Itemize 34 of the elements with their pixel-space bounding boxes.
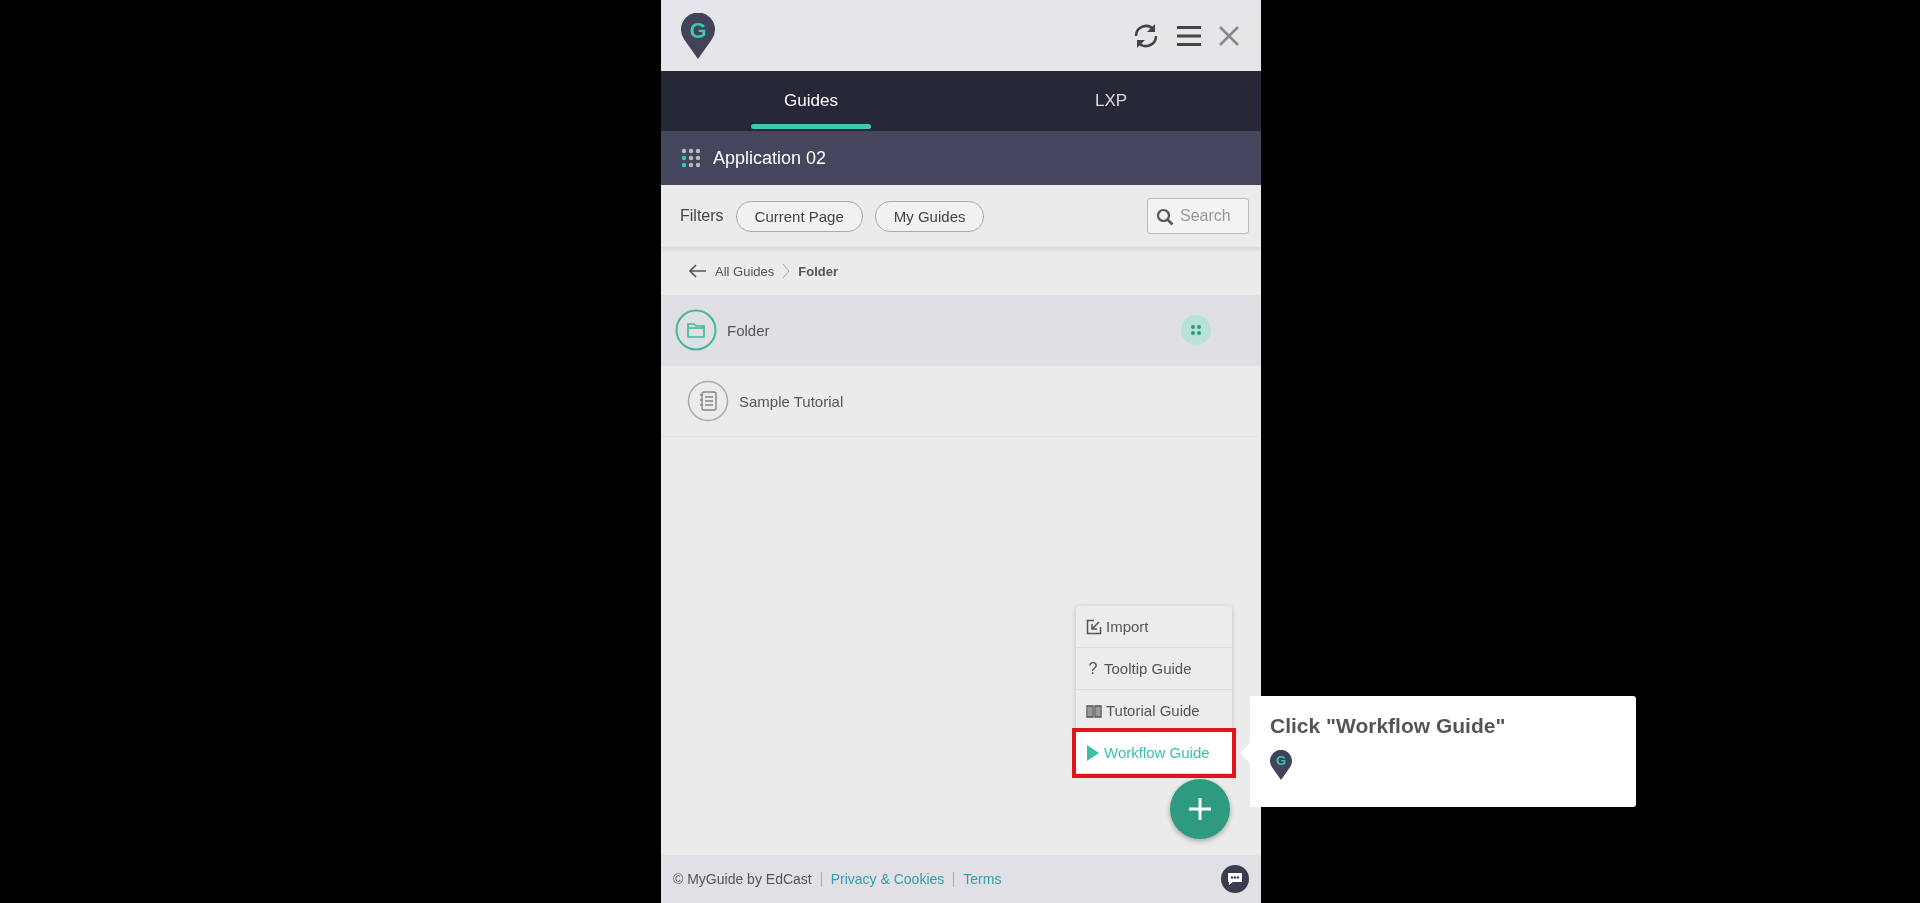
search-field[interactable]: Search bbox=[1147, 198, 1249, 234]
chat-bubble-icon bbox=[1227, 872, 1243, 886]
plus-icon bbox=[1188, 797, 1212, 821]
chat-button[interactable] bbox=[1221, 865, 1249, 893]
copyright-text: © MyGuide by EdCast bbox=[673, 871, 812, 887]
guide-list-item[interactable]: Sample Tutorial bbox=[661, 366, 1261, 437]
menu-icon[interactable] bbox=[1175, 23, 1203, 48]
back-arrow-icon[interactable] bbox=[687, 263, 707, 279]
import-icon bbox=[1086, 618, 1102, 635]
book-icon bbox=[1086, 703, 1102, 718]
breadcrumb-link[interactable]: All Guides bbox=[715, 263, 775, 279]
item-title: Folder bbox=[727, 321, 770, 339]
menu-item[interactable]: ? Tooltip Guide bbox=[1076, 648, 1232, 690]
tab[interactable]: Guides bbox=[661, 71, 961, 131]
folder-icon bbox=[675, 309, 717, 351]
chevron-icon bbox=[782, 263, 791, 279]
apps-grid-icon[interactable] bbox=[681, 148, 701, 168]
filter-chip[interactable]: Current Page bbox=[735, 200, 863, 232]
item-title: Sample Tutorial bbox=[739, 392, 844, 410]
logo: G bbox=[1270, 750, 1292, 780]
filters-label: Filters bbox=[680, 207, 724, 225]
logo: G bbox=[681, 12, 715, 59]
drag-handle[interactable] bbox=[1181, 315, 1211, 345]
play-icon bbox=[1086, 744, 1100, 761]
menu-item[interactable]: Import bbox=[1076, 606, 1232, 648]
breadcrumb-current: Folder bbox=[798, 263, 838, 279]
guide-list-item[interactable]: Folder bbox=[661, 295, 1261, 366]
tooltip-title: Click "Workflow Guide" bbox=[1270, 714, 1507, 738]
filter-chip[interactable]: My Guides bbox=[874, 200, 985, 232]
notebook-icon bbox=[687, 380, 729, 422]
close-icon[interactable] bbox=[1217, 23, 1241, 48]
tab[interactable]: LXP bbox=[961, 71, 1261, 131]
add-button[interactable] bbox=[1170, 779, 1230, 839]
application-name: Application 02 bbox=[713, 147, 827, 169]
